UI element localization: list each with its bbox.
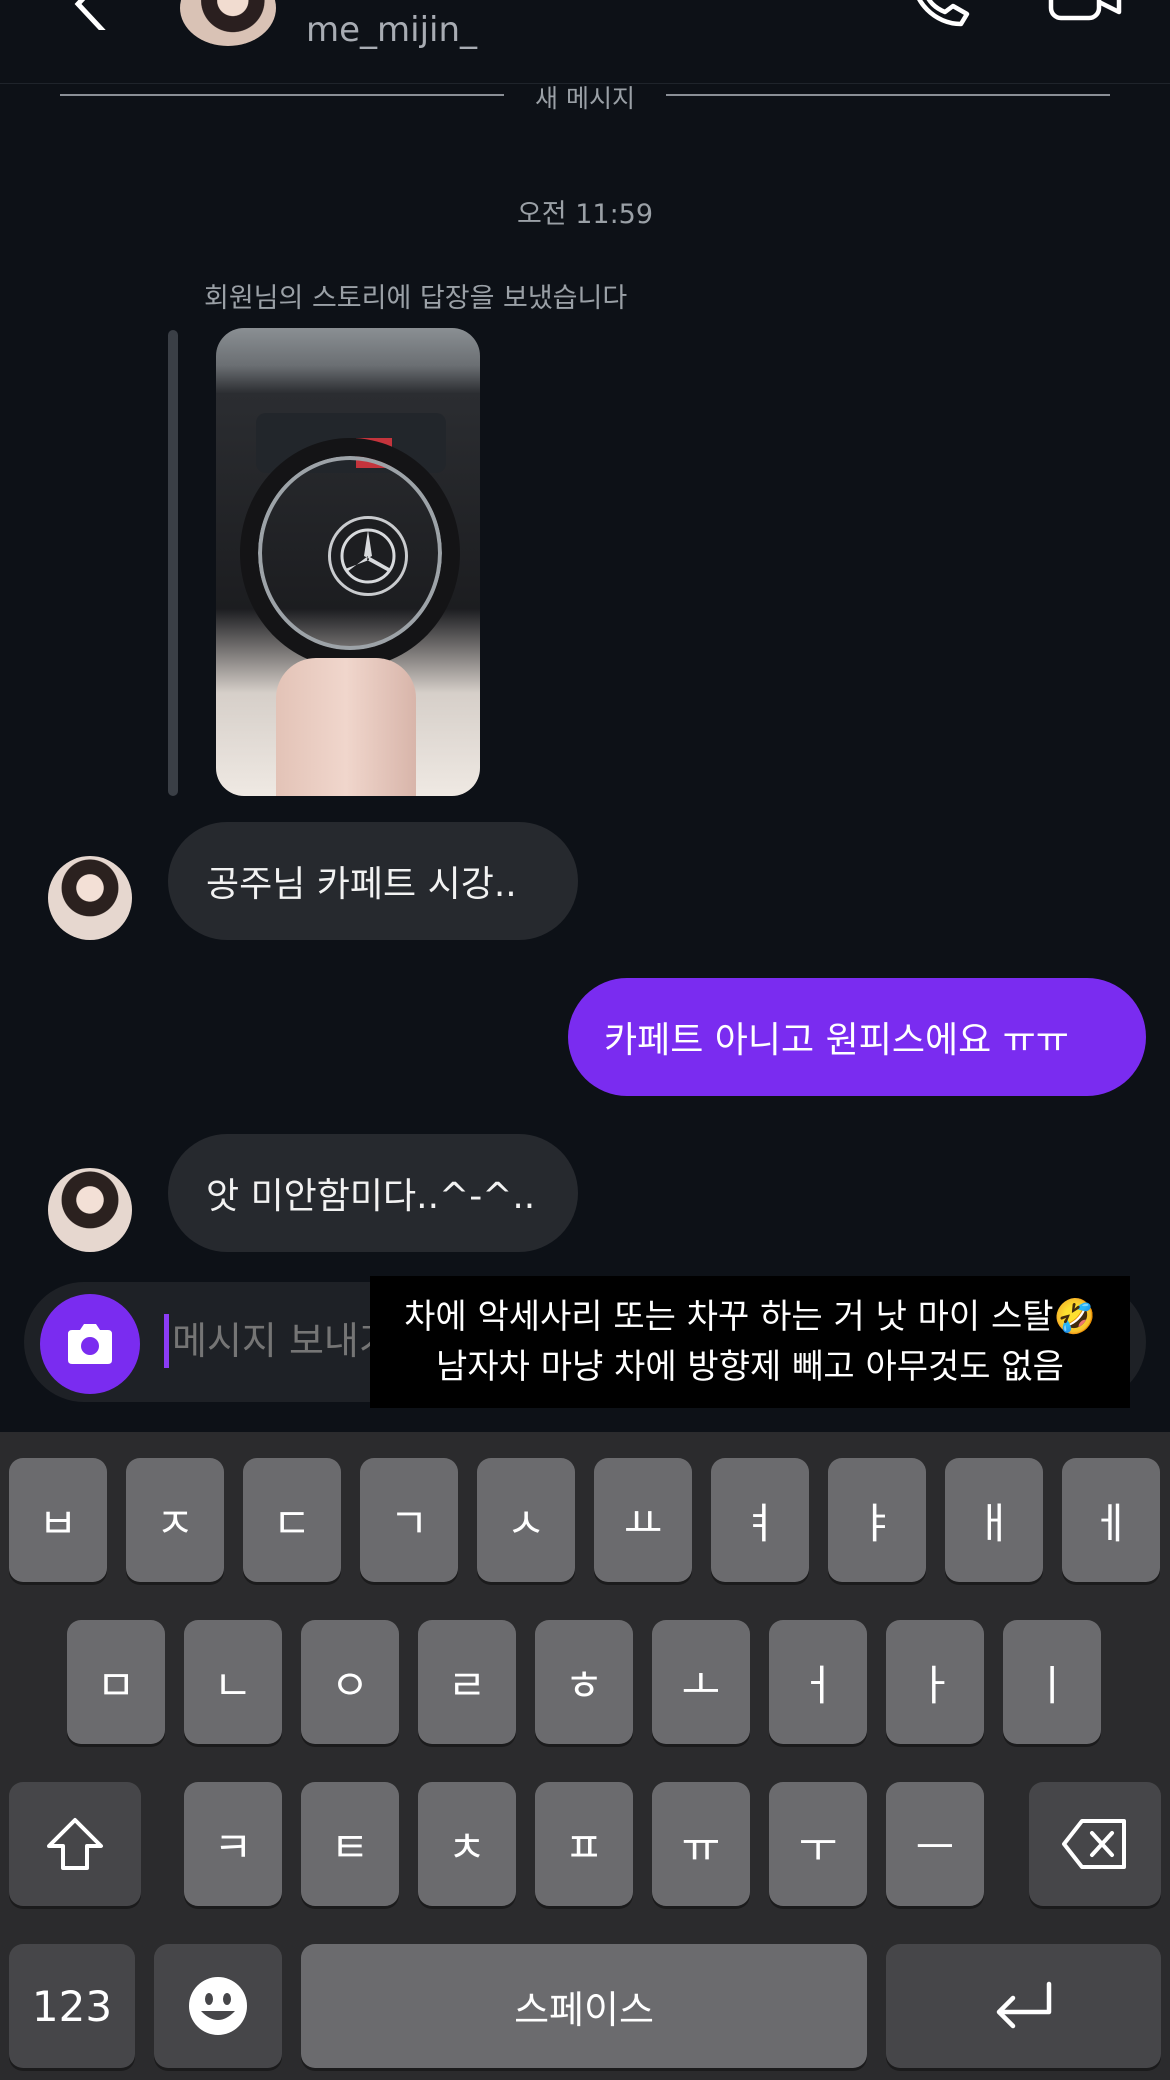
key[interactable]: ㅣ [1003,1620,1101,1744]
key[interactable]: ㅜ [769,1782,867,1906]
key[interactable]: ㅓ [769,1620,867,1744]
steering-wheel-hub [328,516,408,596]
story-reply-note: 회원님의 스토리에 답장을 보냈습니다 [204,283,628,314]
key[interactable]: ㅎ [535,1620,633,1744]
numbers-key[interactable]: 123 [9,1944,135,2068]
caption-line-1: 차에 악세사리 또는 차꾸 하는 거 낫 마이 스탈🤣 [404,1297,1096,1337]
text-caret [164,1314,169,1368]
message-timestamp: 오전 11:59 [516,199,654,230]
key[interactable]: ㅛ [594,1458,692,1582]
message-text: 앗 미안함미다..^-^.. [206,1176,536,1217]
key[interactable]: ㄷ [243,1458,341,1582]
space-key[interactable]: 스페이스 [301,1944,867,2068]
key[interactable]: ㅔ [1062,1458,1160,1582]
key[interactable]: ㅡ [886,1782,984,1906]
key[interactable]: ㅐ [945,1458,1043,1582]
key[interactable]: ㅌ [301,1782,399,1906]
story-image[interactable] [216,328,480,796]
key[interactable]: ㅁ [67,1620,165,1744]
steering-wheel [240,438,460,668]
key[interactable]: ㅗ [652,1620,750,1744]
emoji-icon [189,1977,247,2035]
backspace-icon [1062,1819,1126,1869]
avatar[interactable] [180,0,276,46]
message-bubble-received[interactable]: 공주님 카페트 시강.. [168,822,578,940]
key[interactable]: ㅕ [711,1458,809,1582]
shift-key[interactable] [9,1782,141,1906]
camera-button[interactable] [40,1294,140,1394]
shift-icon [47,1818,103,1870]
key[interactable]: ㅂ [9,1458,107,1582]
star-emblem-icon [340,528,396,584]
keyboard: ㅂ ㅈ ㄷ ㄱ ㅅ ㅛ ㅕ ㅑ ㅐ ㅔ ㅁ ㄴ ㅇ ㄹ ㅎ ㅗ ㅓ ㅏ ㅣ ㅋ … [0,1432,1170,2080]
video-caption-overlay: 차에 악세사리 또는 차꾸 하는 거 낫 마이 스탈🤣 남자차 마냥 차에 방향… [370,1276,1130,1408]
new-messages-divider: 새 메시지 [0,79,1170,115]
key[interactable]: ㅈ [126,1458,224,1582]
caption-line-2: 남자차 마냥 차에 방향제 빼고 아무것도 없음 [436,1347,1064,1387]
message-text: 카페트 아니고 원피스에요 ㅠㅠ [604,1020,1069,1061]
backspace-key[interactable] [1029,1782,1161,1906]
key[interactable]: ㄱ [360,1458,458,1582]
key[interactable]: ㄹ [418,1620,516,1744]
chevron-left-icon [74,0,109,37]
key[interactable]: ㅊ [418,1782,516,1906]
phone-icon [917,0,970,27]
divider-label: 새 메시지 [509,84,661,113]
camera-icon [68,1324,112,1364]
message-bubble-received[interactable]: 앗 미안함미다..^-^.. [168,1134,578,1252]
chat-header: me_mijin_ [0,0,1170,84]
legs [276,658,416,796]
key[interactable]: ㅑ [828,1458,926,1582]
message-bubble-sent[interactable]: 카페트 아니고 원피스에요 ㅠㅠ [568,978,1146,1096]
back-button[interactable] [60,0,120,37]
header-username[interactable]: me_mijin_ [306,10,477,50]
key[interactable]: ㅅ [477,1458,575,1582]
key[interactable]: ㅇ [301,1620,399,1744]
reply-quote-bar [168,330,178,796]
avatar[interactable] [48,856,132,940]
message-input[interactable] [172,1306,372,1376]
message-text: 공주님 카페트 시강.. [206,864,517,905]
key[interactable]: ㅍ [535,1782,633,1906]
voice-call-button[interactable] [905,0,975,32]
return-key[interactable] [886,1944,1161,2068]
emoji-key[interactable] [154,1944,282,2068]
key[interactable]: ㅠ [652,1782,750,1906]
video-call-button[interactable] [1045,0,1125,32]
key[interactable]: ㅏ [886,1620,984,1744]
video-camera-icon [1048,0,1122,21]
key[interactable]: ㅋ [184,1782,282,1906]
return-icon [996,1981,1051,2029]
avatar[interactable] [48,1168,132,1252]
key[interactable]: ㄴ [184,1620,282,1744]
